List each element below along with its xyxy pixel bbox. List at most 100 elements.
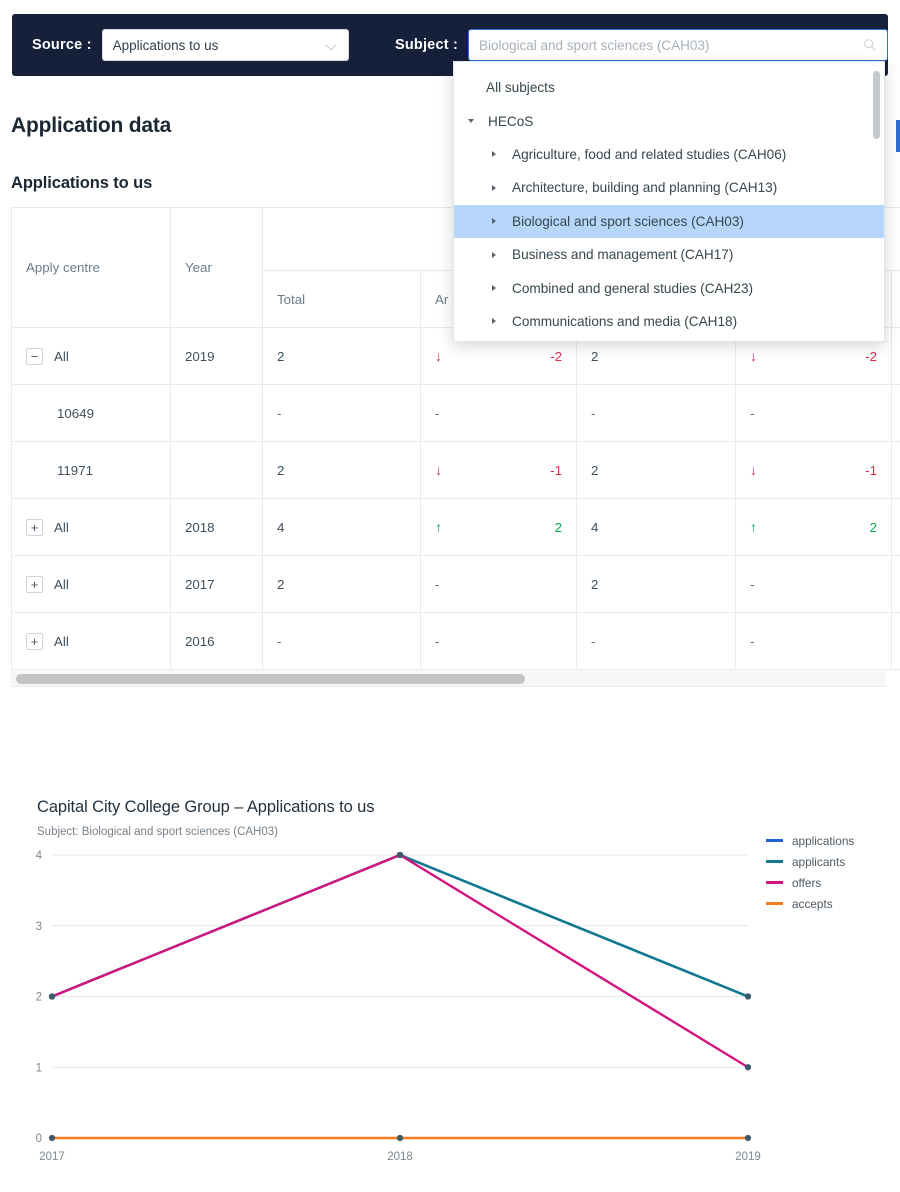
table-row: + All 2016- - - - bbox=[11, 612, 900, 670]
dropdown-item[interactable]: Combined and general studies (CAH23) bbox=[454, 271, 884, 304]
chart-line-offers bbox=[51, 853, 749, 1069]
horizontal-scrollbar[interactable] bbox=[11, 670, 886, 687]
chart-point[interactable] bbox=[744, 1064, 752, 1071]
cell-year: 2018 bbox=[170, 498, 263, 556]
horizontal-scrollbar-thumb[interactable] bbox=[16, 673, 525, 684]
dropdown-item[interactable]: Architecture, building and planning (CAH… bbox=[454, 171, 884, 204]
cell-annual-change-2: - bbox=[735, 612, 892, 670]
cell-apply-centre: + All bbox=[11, 498, 171, 556]
row-expand-toggle[interactable]: + bbox=[26, 632, 43, 650]
source-select[interactable]: Applications to us bbox=[101, 29, 349, 61]
cell-year: 2016 bbox=[170, 612, 263, 670]
chart-point[interactable] bbox=[744, 993, 752, 1000]
cell-total-2: - bbox=[576, 612, 736, 670]
row-expand-toggle[interactable]: − bbox=[26, 347, 43, 365]
cell-value: 2 bbox=[591, 348, 599, 364]
dropdown-item[interactable]: HECoS bbox=[454, 104, 884, 137]
chevron-right-icon[interactable] bbox=[492, 318, 504, 325]
apply-centre-value: All bbox=[54, 633, 69, 649]
apply-centre-value: All bbox=[54, 519, 69, 535]
dropdown-item-label: Agriculture, food and related studies (C… bbox=[512, 146, 787, 162]
dropdown-item[interactable]: All subjects bbox=[454, 71, 884, 104]
cell-value: -2 bbox=[550, 348, 562, 364]
cell-total-3 bbox=[891, 555, 900, 613]
cell-total-2: - bbox=[576, 384, 736, 442]
dropdown-item[interactable]: Agriculture, food and related studies (C… bbox=[454, 138, 884, 171]
legend-item[interactable]: accepts bbox=[766, 893, 896, 914]
cell-total: 2 bbox=[262, 441, 421, 499]
chevron-right-icon[interactable] bbox=[492, 218, 504, 225]
chart-point[interactable] bbox=[396, 851, 404, 859]
y-tick-label: 1 bbox=[36, 1062, 42, 1074]
legend-label: applicants bbox=[792, 854, 846, 869]
dropdown-item[interactable]: Biological and sport sciences (CAH03) bbox=[454, 204, 884, 238]
chevron-right-icon[interactable] bbox=[492, 184, 504, 191]
chart-point[interactable] bbox=[744, 1134, 752, 1142]
cell-apply-centre: + All bbox=[11, 555, 171, 613]
chevron-right-icon[interactable] bbox=[492, 251, 504, 258]
legend-item[interactable]: offers bbox=[766, 872, 896, 893]
legend-swatch bbox=[766, 839, 783, 842]
cell-value: 2 bbox=[554, 519, 562, 535]
cell-year: 2019 bbox=[170, 327, 263, 385]
chart-point[interactable] bbox=[48, 1134, 56, 1142]
arrow-up-icon: ↑ bbox=[750, 519, 757, 535]
cell-total: 2 bbox=[262, 327, 421, 385]
cell-value: 2 bbox=[277, 348, 285, 364]
col-header-total-3[interactable] bbox=[891, 270, 900, 328]
cell-annual-change-2: ↓ -1 bbox=[735, 441, 892, 499]
row-expand-toggle[interactable]: + bbox=[26, 575, 43, 593]
vertical-scrollbar[interactable] bbox=[873, 71, 880, 334]
row-expand-toggle[interactable]: + bbox=[26, 518, 43, 536]
cell-value: 2 bbox=[591, 576, 599, 592]
chevron-right-icon[interactable] bbox=[492, 151, 504, 158]
chevron-down-icon[interactable] bbox=[468, 119, 480, 124]
cell-year bbox=[170, 441, 263, 499]
col-header-apply-centre[interactable]: Apply centre bbox=[11, 207, 171, 328]
cell-total-3 bbox=[891, 612, 900, 670]
cell-annual-change: - bbox=[420, 612, 577, 670]
legend-label: applications bbox=[792, 833, 855, 848]
dropdown-item[interactable]: Communications and media (CAH18) bbox=[454, 305, 884, 338]
legend-swatch bbox=[766, 881, 783, 884]
arrow-down-icon: ↓ bbox=[435, 348, 442, 364]
y-tick-label: 4 bbox=[36, 850, 43, 862]
cell-apply-centre: 10649 bbox=[11, 384, 171, 442]
cell-total-2: 2 bbox=[576, 441, 736, 499]
chevron-down-icon bbox=[327, 40, 338, 51]
chart-point[interactable] bbox=[48, 993, 56, 1000]
col-header-total[interactable]: Total bbox=[262, 270, 421, 328]
subject-search-input[interactable]: Biological and sport sciences (CAH03) bbox=[468, 29, 888, 61]
apply-centre-value: All bbox=[54, 576, 69, 592]
chart-point[interactable] bbox=[396, 1134, 404, 1142]
cell-annual-change: - bbox=[420, 384, 577, 442]
dropdown-item-label: Combined and general studies (CAH23) bbox=[512, 280, 754, 296]
dropdown-item-label: All subjects bbox=[486, 80, 555, 96]
cell-total: 2 bbox=[262, 555, 421, 613]
arrow-down-icon: ↓ bbox=[750, 348, 757, 364]
dropdown-item-label: Biological and sport sciences (CAH03) bbox=[512, 213, 744, 229]
dropdown-item[interactable]: Business and management (CAH17) bbox=[454, 238, 884, 271]
arrow-down-icon: ↓ bbox=[435, 462, 442, 478]
apply-centre-value: 11971 bbox=[57, 462, 93, 478]
cell-total: - bbox=[262, 612, 421, 670]
col-header-year[interactable]: Year bbox=[170, 207, 263, 328]
cell-value: -2 bbox=[865, 348, 877, 364]
cell-value: - bbox=[435, 405, 440, 421]
arrow-down-icon: ↓ bbox=[750, 462, 757, 478]
legend-item[interactable]: applications bbox=[766, 830, 896, 851]
vertical-scrollbar-thumb[interactable] bbox=[873, 71, 880, 139]
cell-value: - bbox=[277, 633, 282, 649]
page-subtitle: Applications to us bbox=[11, 174, 153, 192]
arrow-up-icon: ↑ bbox=[435, 519, 442, 535]
chevron-right-icon[interactable] bbox=[492, 285, 504, 292]
apply-centre-value: All bbox=[54, 348, 69, 364]
apply-centre-value: 10649 bbox=[57, 405, 94, 421]
source-label: Source : bbox=[32, 37, 92, 53]
legend-item[interactable]: applicants bbox=[766, 851, 896, 872]
cell-total-2: 2 bbox=[576, 555, 736, 613]
x-tick-label: 2019 bbox=[735, 1151, 761, 1163]
legend-swatch bbox=[766, 860, 783, 863]
subject-dropdown-panel[interactable]: All subjects HECoS Agriculture, food and r… bbox=[453, 61, 885, 342]
cell-value: - bbox=[591, 633, 596, 649]
